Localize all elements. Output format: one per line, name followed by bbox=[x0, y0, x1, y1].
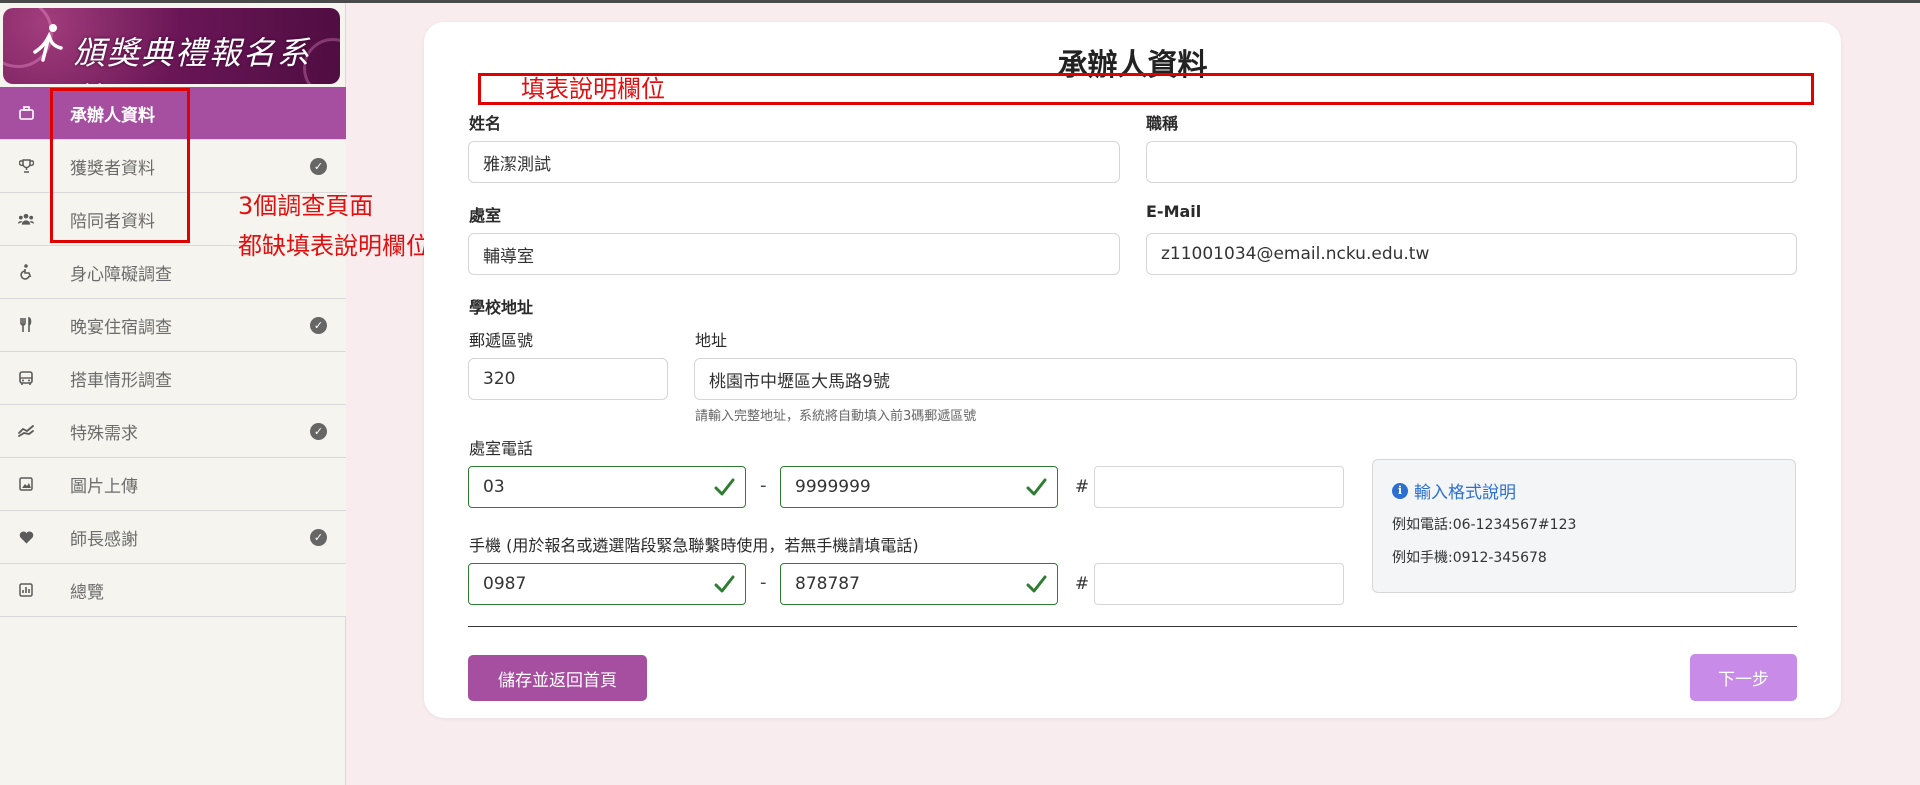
info-icon: i bbox=[1392, 482, 1408, 499]
image-icon bbox=[18, 476, 34, 492]
address-input[interactable]: 桃園市中壢區大馬路9號 bbox=[694, 358, 1797, 400]
sidebar-item-label: 特殊需求 bbox=[70, 423, 138, 444]
users-icon bbox=[18, 211, 34, 227]
office-input[interactable]: 輔導室 bbox=[468, 233, 1120, 275]
hands-icon bbox=[18, 423, 34, 439]
school-address-label: 學校地址 bbox=[469, 298, 534, 317]
annotation-field-note: 填表說明欄位 bbox=[521, 75, 665, 103]
valid-check-icon bbox=[1026, 478, 1047, 496]
bus-icon bbox=[18, 370, 34, 386]
job-title-label: 職稱 bbox=[1146, 114, 1179, 133]
name-label: 姓名 bbox=[469, 114, 502, 133]
annotation-note-line2: 都缺填表說明欄位 bbox=[238, 232, 430, 260]
email-input[interactable]: z11001034@email.ncku.edu.tw bbox=[1146, 233, 1797, 275]
sidebar-item-special-needs[interactable]: 特殊需求 ✓ bbox=[0, 405, 346, 458]
valid-check-icon bbox=[714, 478, 735, 496]
mobile-prefix-value: 0987 bbox=[483, 574, 527, 594]
office-phone-area-value: 03 bbox=[483, 477, 505, 497]
office-phone-number-value: 9999999 bbox=[795, 477, 871, 497]
valid-check-icon bbox=[1026, 575, 1047, 593]
app-logo[interactable]: 頒獎典禮報名系統 bbox=[3, 8, 340, 84]
mobile-number-input[interactable]: 878787 bbox=[780, 563, 1058, 605]
sidebar-item-label: 搭車情形調查 bbox=[70, 370, 172, 391]
sidebar-item-teacher-thanks[interactable]: 師長感謝 ✓ bbox=[0, 511, 346, 564]
heart-icon bbox=[18, 529, 34, 545]
accessibility-icon bbox=[18, 264, 34, 280]
save-and-home-button[interactable]: 儲存並返回首頁 bbox=[468, 655, 647, 701]
form-card: 承辦人資料 填表說明欄位 姓名 雅潔測試 職稱 處室 輔導室 E-Mail z1… bbox=[424, 22, 1841, 718]
mobile-prefix-input[interactable]: 0987 bbox=[468, 563, 746, 605]
annotation-note-line1: 3個調查頁面 bbox=[238, 192, 374, 220]
sidebar-item-label: 晚宴住宿調查 bbox=[70, 317, 172, 338]
zip-label: 郵遞區號 bbox=[469, 331, 534, 350]
utensils-icon bbox=[18, 317, 34, 333]
sidebar-item-label: 圖片上傳 bbox=[70, 476, 138, 497]
check-circle-icon: ✓ bbox=[310, 316, 327, 334]
sidebar-item-label: 總覽 bbox=[70, 582, 104, 603]
sidebar-item-image-upload[interactable]: 圖片上傳 bbox=[0, 458, 346, 511]
check-circle-icon: ✓ bbox=[310, 157, 327, 175]
logo-text: 頒獎典禮報名系統 bbox=[73, 34, 312, 84]
office-phone-ext-input[interactable] bbox=[1094, 466, 1344, 508]
form-divider bbox=[468, 626, 1797, 627]
format-help-mobile-example: 例如手機:0912-345678 bbox=[1392, 550, 1547, 566]
trophy-icon bbox=[18, 158, 34, 174]
office-label: 處室 bbox=[469, 206, 502, 225]
format-help-panel: i 輸入格式說明 例如電話:06-1234567#123 例如手機:0912-3… bbox=[1372, 459, 1796, 593]
mobile-ext-input[interactable] bbox=[1094, 563, 1344, 605]
sidebar-item-label: 師長感謝 bbox=[70, 529, 138, 550]
phone-dash: - bbox=[760, 475, 767, 496]
address-label: 地址 bbox=[695, 331, 728, 350]
zip-input[interactable]: 320 bbox=[468, 358, 668, 400]
mobile-label: 手機 (用於報名或遴選階段緊急聯繫時使用，若無手機請填電話) bbox=[469, 536, 919, 555]
briefcase-icon bbox=[18, 105, 34, 121]
sidebar-item-bus-survey[interactable]: 搭車情形調查 bbox=[0, 352, 346, 405]
mobile-ext-hash: # bbox=[1070, 563, 1094, 605]
check-circle-icon: ✓ bbox=[310, 422, 327, 440]
address-hint: 請輸入完整地址，系統將自動填入前3碼郵遞區號 bbox=[695, 409, 977, 424]
name-input[interactable]: 雅潔測試 bbox=[468, 141, 1120, 183]
sidebar-item-dinner-survey[interactable]: 晚宴住宿調查 ✓ bbox=[0, 299, 346, 352]
chart-icon bbox=[18, 582, 34, 598]
email-label: E-Mail bbox=[1146, 202, 1202, 221]
sidebar-item-label: 身心障礙調查 bbox=[70, 264, 172, 285]
format-help-phone-example: 例如電話:06-1234567#123 bbox=[1392, 517, 1577, 533]
office-phone-area-input[interactable]: 03 bbox=[468, 466, 746, 508]
mobile-dash: - bbox=[760, 572, 767, 593]
valid-check-icon bbox=[714, 575, 735, 593]
check-circle-icon: ✓ bbox=[310, 528, 327, 546]
logo-runner-icon bbox=[31, 22, 67, 76]
mobile-number-value: 878787 bbox=[795, 574, 860, 594]
office-phone-number-input[interactable]: 9999999 bbox=[780, 466, 1058, 508]
format-help-title: i 輸入格式說明 bbox=[1392, 478, 1516, 503]
phone-ext-hash: # bbox=[1070, 466, 1094, 508]
next-step-button[interactable]: 下一步 bbox=[1690, 654, 1797, 701]
annotation-box-sidebar bbox=[50, 88, 190, 243]
sidebar-item-overview[interactable]: 總覽 bbox=[0, 564, 346, 617]
office-phone-label: 處室電話 bbox=[469, 439, 534, 458]
job-title-input[interactable] bbox=[1146, 141, 1797, 183]
annotation-box-field-note bbox=[478, 73, 1814, 105]
format-help-title-text: 輸入格式說明 bbox=[1414, 483, 1516, 503]
